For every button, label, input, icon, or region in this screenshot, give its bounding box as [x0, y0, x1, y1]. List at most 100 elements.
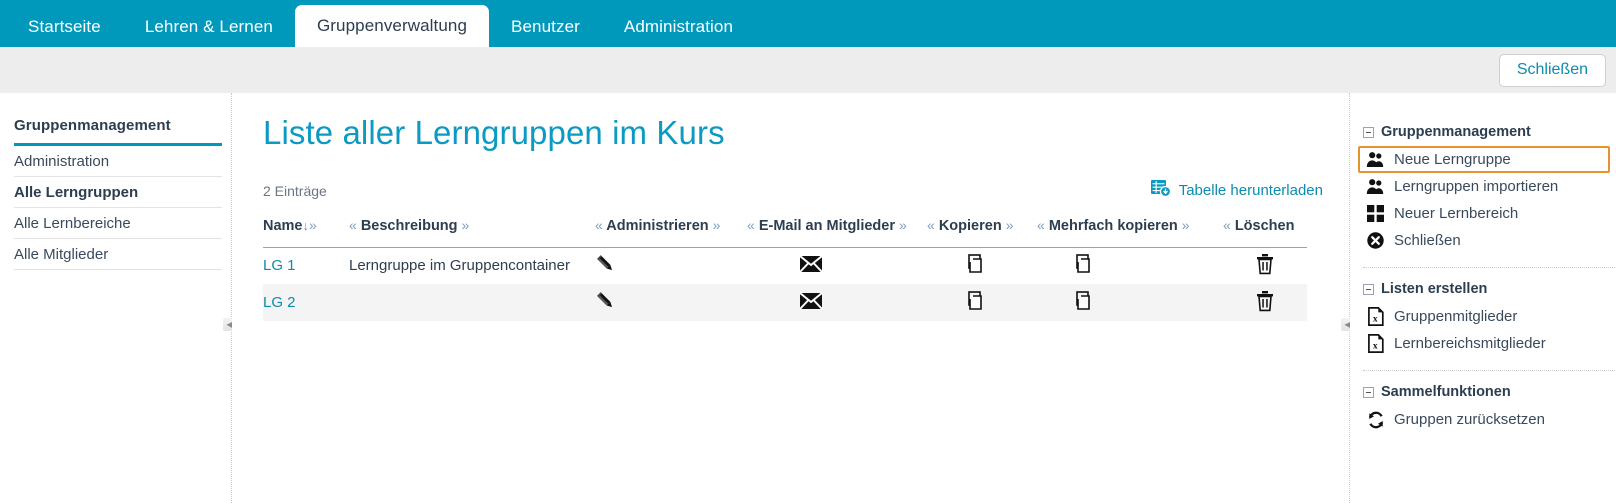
column-header-administrieren[interactable]: « Administrieren » [595, 216, 747, 248]
nav-tab-benutzer[interactable]: Benutzer [489, 6, 602, 47]
sort-next-icon[interactable]: » [1182, 217, 1190, 233]
excel-file-icon: x [1366, 334, 1385, 353]
cell-email[interactable] [747, 247, 927, 284]
right-group-sammelfunktionen: Sammelfunktionen Gruppen zurücksetzen [1358, 384, 1616, 433]
cell-loeschen[interactable] [1223, 247, 1307, 284]
sort-prev-icon[interactable]: « [927, 217, 935, 233]
sort-next-icon[interactable]: » [899, 217, 907, 233]
sort-next-icon[interactable]: » [1006, 217, 1014, 233]
copy-icon[interactable] [1075, 290, 1097, 312]
sort-next-icon[interactable]: » [309, 217, 317, 233]
nav-tab-administration[interactable]: Administration [602, 6, 755, 47]
cell-name[interactable]: LG 1 [263, 247, 349, 284]
trash-icon[interactable] [1255, 253, 1275, 275]
table-header-row: Name↓» « Beschreibung » « Administrieren… [263, 216, 1307, 248]
lerngruppen-table: Name↓» « Beschreibung » « Administrieren… [263, 216, 1307, 322]
cell-name[interactable]: LG 2 [263, 284, 349, 321]
collapse-minus-icon[interactable] [1363, 126, 1374, 138]
copy-icon[interactable] [1075, 253, 1097, 275]
action-schliessen[interactable]: Schließen [1358, 227, 1610, 254]
sort-prev-icon[interactable]: « [1037, 217, 1045, 233]
pencil-icon[interactable] [595, 253, 617, 275]
nav-tab-gruppenverwaltung[interactable]: Gruppenverwaltung [294, 5, 490, 47]
cell-mehrfach-kopieren[interactable] [1037, 247, 1223, 284]
action-gruppenmitglieder[interactable]: x Gruppenmitglieder [1358, 303, 1610, 330]
close-circle-icon [1366, 231, 1385, 250]
cell-kopieren[interactable] [927, 247, 1037, 284]
column-header-name[interactable]: Name↓» [263, 216, 349, 248]
envelope-icon[interactable] [799, 291, 823, 310]
sort-prev-icon[interactable]: « [747, 217, 755, 233]
action-label: Gruppenmitglieder [1394, 308, 1518, 325]
trash-icon[interactable] [1255, 290, 1275, 312]
pencil-icon[interactable] [595, 290, 617, 312]
right-group-gruppenmanagement: Gruppenmanagement Neue Lerngruppe Lerngr… [1358, 124, 1616, 254]
column-header-label: Löschen [1234, 217, 1295, 234]
sort-prev-icon[interactable]: « [1223, 217, 1231, 233]
nav-tab-label: Startseite [28, 16, 101, 36]
main-navigation-bar: Startseite Lehren & Lernen Gruppenverwal… [0, 0, 1616, 47]
action-label: Gruppen zurücksetzen [1394, 411, 1545, 428]
sort-prev-icon[interactable]: « [595, 217, 603, 233]
cell-kopieren[interactable] [927, 284, 1037, 321]
nav-tab-label: Administration [623, 16, 734, 36]
table-download-icon [1150, 180, 1171, 201]
column-header-label: Administrieren [606, 217, 709, 234]
copy-icon[interactable] [967, 253, 989, 275]
users-add-icon [1366, 150, 1385, 169]
table-row: LG 2 [263, 284, 1307, 322]
close-button[interactable]: Schließen [1498, 53, 1606, 87]
collapse-minus-icon[interactable] [1363, 386, 1374, 398]
download-table-link[interactable]: Tabelle herunterladen [1150, 180, 1323, 201]
sidebar-item-alle-mitglieder[interactable]: Alle Mitglieder [14, 239, 222, 270]
cell-administrieren[interactable] [595, 247, 747, 284]
action-gruppen-zuruecksetzen[interactable]: Gruppen zurücksetzen [1358, 406, 1610, 433]
refresh-icon [1366, 410, 1385, 429]
envelope-icon[interactable] [799, 255, 823, 273]
sidebar-item-label: Alle Lernbereiche [14, 214, 131, 232]
right-sidebar-separator [1363, 370, 1615, 371]
action-neuer-lernbereich[interactable]: Neuer Lernbereich [1358, 200, 1610, 227]
sidebar-item-alle-lernbereiche[interactable]: Alle Lernbereiche [14, 208, 222, 239]
entry-count: 2 Einträge [263, 182, 327, 199]
column-header-label: Kopieren [938, 217, 1002, 234]
sidebar-item-alle-lerngruppen[interactable]: Alle Lerngruppen [14, 177, 222, 208]
table-row: LG 1 Lerngruppe im Gruppencontainer [263, 247, 1307, 284]
nav-tab-lehren-lernen[interactable]: Lehren & Lernen [123, 6, 295, 47]
nav-tab-startseite[interactable]: Startseite [6, 6, 123, 47]
main-content: Liste aller Lerngruppen im Kurs 2 Einträ… [232, 93, 1349, 503]
sort-prev-icon[interactable]: « [349, 217, 357, 233]
column-header-beschreibung[interactable]: « Beschreibung » [349, 216, 595, 248]
cell-loeschen[interactable] [1223, 284, 1307, 321]
column-header-email-an-mitglieder[interactable]: « E-Mail an Mitglieder » [747, 216, 927, 248]
right-group-title[interactable]: Sammelfunktionen [1363, 384, 1616, 400]
action-neue-lerngruppe[interactable]: Neue Lerngruppe [1358, 146, 1610, 173]
table-meta-row: 2 Einträge Tabelle herunterladen [263, 180, 1323, 202]
action-lernbereichsmitglieder[interactable]: x Lernbereichsmitglieder [1358, 330, 1610, 357]
cell-administrieren[interactable] [595, 284, 747, 321]
sort-next-icon[interactable]: » [462, 217, 470, 233]
page-title: Liste aller Lerngruppen im Kurs [263, 114, 725, 151]
collapse-minus-icon[interactable] [1363, 283, 1374, 295]
column-header-label: Beschreibung [360, 217, 458, 234]
left-sidebar-title: Gruppenmanagement [14, 117, 171, 134]
sidebar-item-administration[interactable]: Administration [14, 146, 222, 177]
column-header-label: Name [263, 217, 303, 234]
right-group-title-label: Sammelfunktionen [1381, 384, 1511, 400]
svg-text:x: x [1372, 341, 1377, 351]
cell-mehrfach-kopieren[interactable] [1037, 284, 1223, 321]
column-header-kopieren[interactable]: « Kopieren » [927, 216, 1037, 248]
copy-icon[interactable] [967, 290, 989, 312]
sort-next-icon[interactable]: » [713, 217, 721, 233]
sidebar-item-label: Alle Mitglieder [14, 245, 109, 263]
grid-squares-icon [1366, 204, 1385, 223]
right-sidebar: Gruppenmanagement Neue Lerngruppe Lerngr… [1350, 93, 1616, 503]
column-header-mehrfach-kopieren[interactable]: « Mehrfach kopieren » [1037, 216, 1223, 248]
column-header-loeschen[interactable]: « Löschen [1223, 216, 1307, 248]
action-lerngruppen-importieren[interactable]: Lerngruppen importieren [1358, 173, 1610, 200]
cell-email[interactable] [747, 284, 927, 321]
right-group-title-label: Listen erstellen [1381, 281, 1488, 297]
right-group-title[interactable]: Listen erstellen [1363, 281, 1616, 297]
action-label: Schließen [1394, 232, 1461, 249]
right-group-title[interactable]: Gruppenmanagement [1363, 124, 1616, 140]
